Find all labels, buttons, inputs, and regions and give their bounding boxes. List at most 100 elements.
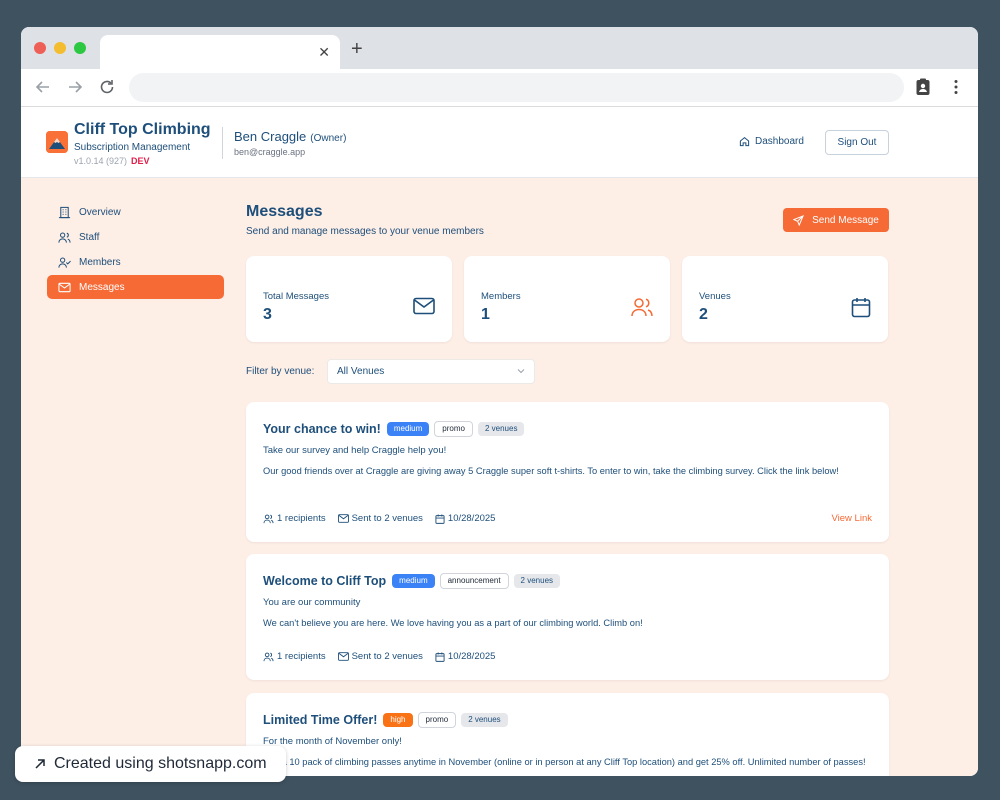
app-root: Cliff Top Climbing Subscription Manageme… [21,107,978,776]
type-badge: announcement [439,573,509,589]
stat-label: Members [481,291,521,302]
address-bar[interactable] [129,73,904,102]
message-title: Your chance to win! [263,422,381,436]
back-arrow-icon[interactable] [33,77,53,97]
message-body: Our good friends over at Craggle are giv… [263,466,839,476]
sign-out-button[interactable]: Sign Out [825,130,889,155]
message-date: 10/28/2025 [447,651,496,662]
filter-label: Filter by venue: [246,366,315,377]
browser-tab[interactable]: ✕ [100,35,340,69]
users-icon [263,514,274,523]
meta-recipients: 1 recipients [263,513,326,524]
send-message-label: Send Message [812,214,879,226]
dashboard-label: Dashboard [755,136,804,147]
venues-badge: 2 venues [513,574,561,588]
message-body: Buy a 10 pack of climbing passes anytime… [263,757,866,767]
message-header: Your chance to win! medium promo 2 venue… [263,421,525,437]
user-check-icon [58,257,71,268]
sent-to-text: Sent to 2 venues [351,513,423,524]
mail-icon [413,297,435,315]
page-subtitle: Send and manage messages to your venue m… [246,226,484,237]
home-icon [739,136,750,147]
message-subtitle: For the month of November only! [263,736,402,747]
venue-filter-value: All Venues [337,366,385,377]
message-card[interactable]: Your chance to win! medium promo 2 venue… [246,402,889,542]
dashboard-link[interactable]: Dashboard [739,136,804,147]
message-card[interactable]: Limited Time Offer! high promo 2 venues … [246,693,889,776]
sidebar-item-messages[interactable]: Messages [47,275,224,299]
stat-value: 2 [699,306,708,323]
meta-recipients: 1 recipients [263,651,326,662]
more-vertical-icon[interactable] [946,77,966,97]
message-meta: 1 recipients Sent to 2 venues 10/28/2025 [263,651,495,662]
sidebar-item-staff[interactable]: Staff [47,225,224,249]
message-header: Limited Time Offer! high promo 2 venues [263,712,508,728]
meta-date: 10/28/2025 [435,651,496,662]
sidebar-item-members[interactable]: Members [47,250,224,274]
env-badge: DEV [131,156,150,166]
mail-icon [337,514,349,523]
window-minimize-dot[interactable] [54,42,66,54]
user-name-line: Ben Craggle (Owner) [234,129,346,144]
watermark-badge[interactable]: Created using shotsnapp.com [15,746,286,782]
recipients-count: 1 recipients [277,651,326,662]
app-header: Cliff Top Climbing Subscription Manageme… [21,107,978,178]
version-label: v1.0.14 (927) DEV [74,156,150,166]
venues-badge: 2 venues [461,713,508,727]
priority-badge: medium [392,574,435,588]
user-name: Ben Craggle [234,129,307,144]
type-badge: promo [417,712,457,728]
calendar-icon [435,513,445,524]
users-icon [263,652,274,661]
priority-badge: high [383,713,413,727]
clipboard-user-icon[interactable] [913,77,933,97]
send-message-button[interactable]: Send Message [783,208,889,232]
stat-card-total-messages: Total Messages 3 [246,256,452,342]
stat-label: Total Messages [263,291,330,302]
stat-value: 3 [263,306,272,323]
message-card[interactable]: Welcome to Cliff Top medium announcement… [246,554,889,680]
arrow-up-right-icon [35,759,45,769]
user-email: ben@craggle.app [234,147,306,157]
stat-card-venues: Venues 2 [682,256,888,342]
meta-sent-to: Sent to 2 venues [337,513,423,524]
brand-title: Cliff Top Climbing [74,121,211,138]
header-divider [222,127,223,159]
brand-logo [46,131,68,153]
forward-arrow-icon[interactable] [65,77,85,97]
sidebar-item-label: Overview [79,206,121,218]
meta-date: 10/28/2025 [435,513,496,524]
users-icon [631,298,653,317]
message-date: 10/28/2025 [447,513,496,524]
users-icon [58,232,71,243]
sidebar-item-label: Messages [79,281,125,293]
reload-icon[interactable] [97,77,117,97]
sidebar-item-label: Staff [79,231,100,243]
browser-tab-bar: ✕ + [21,27,978,69]
building-icon [58,206,71,218]
tab-close-icon[interactable]: ✕ [318,44,330,60]
window-close-dot[interactable] [34,42,46,54]
version-text: v1.0.14 (927) [74,156,128,166]
mail-icon [337,652,349,661]
chevron-down-icon [517,369,525,374]
watermark-text: Created using shotsnapp.com [54,755,267,772]
browser-window: ✕ + Cliff Top Climbing Subscription Mana… [21,27,978,776]
sidebar-item-label: Members [79,256,121,268]
window-maximize-dot[interactable] [74,42,86,54]
message-title: Welcome to Cliff Top [263,574,387,588]
message-meta: 1 recipients Sent to 2 venues 10/28/2025 [263,513,495,524]
calendar-icon [435,651,445,662]
venues-badge: 2 venues [477,422,525,436]
venue-filter-select[interactable]: All Venues [327,359,535,384]
user-role: (Owner) [310,133,347,144]
brand-subtitle: Subscription Management [74,142,191,153]
new-tab-icon[interactable]: + [351,38,363,60]
stat-card-members: Members 1 [464,256,670,342]
recipients-count: 1 recipients [277,513,326,524]
sidebar-item-overview[interactable]: Overview [47,200,224,224]
message-header: Welcome to Cliff Top medium announcement… [263,573,561,589]
view-link[interactable]: View Link [832,513,873,524]
send-icon [793,214,805,226]
message-subtitle: You are our community [263,597,361,608]
